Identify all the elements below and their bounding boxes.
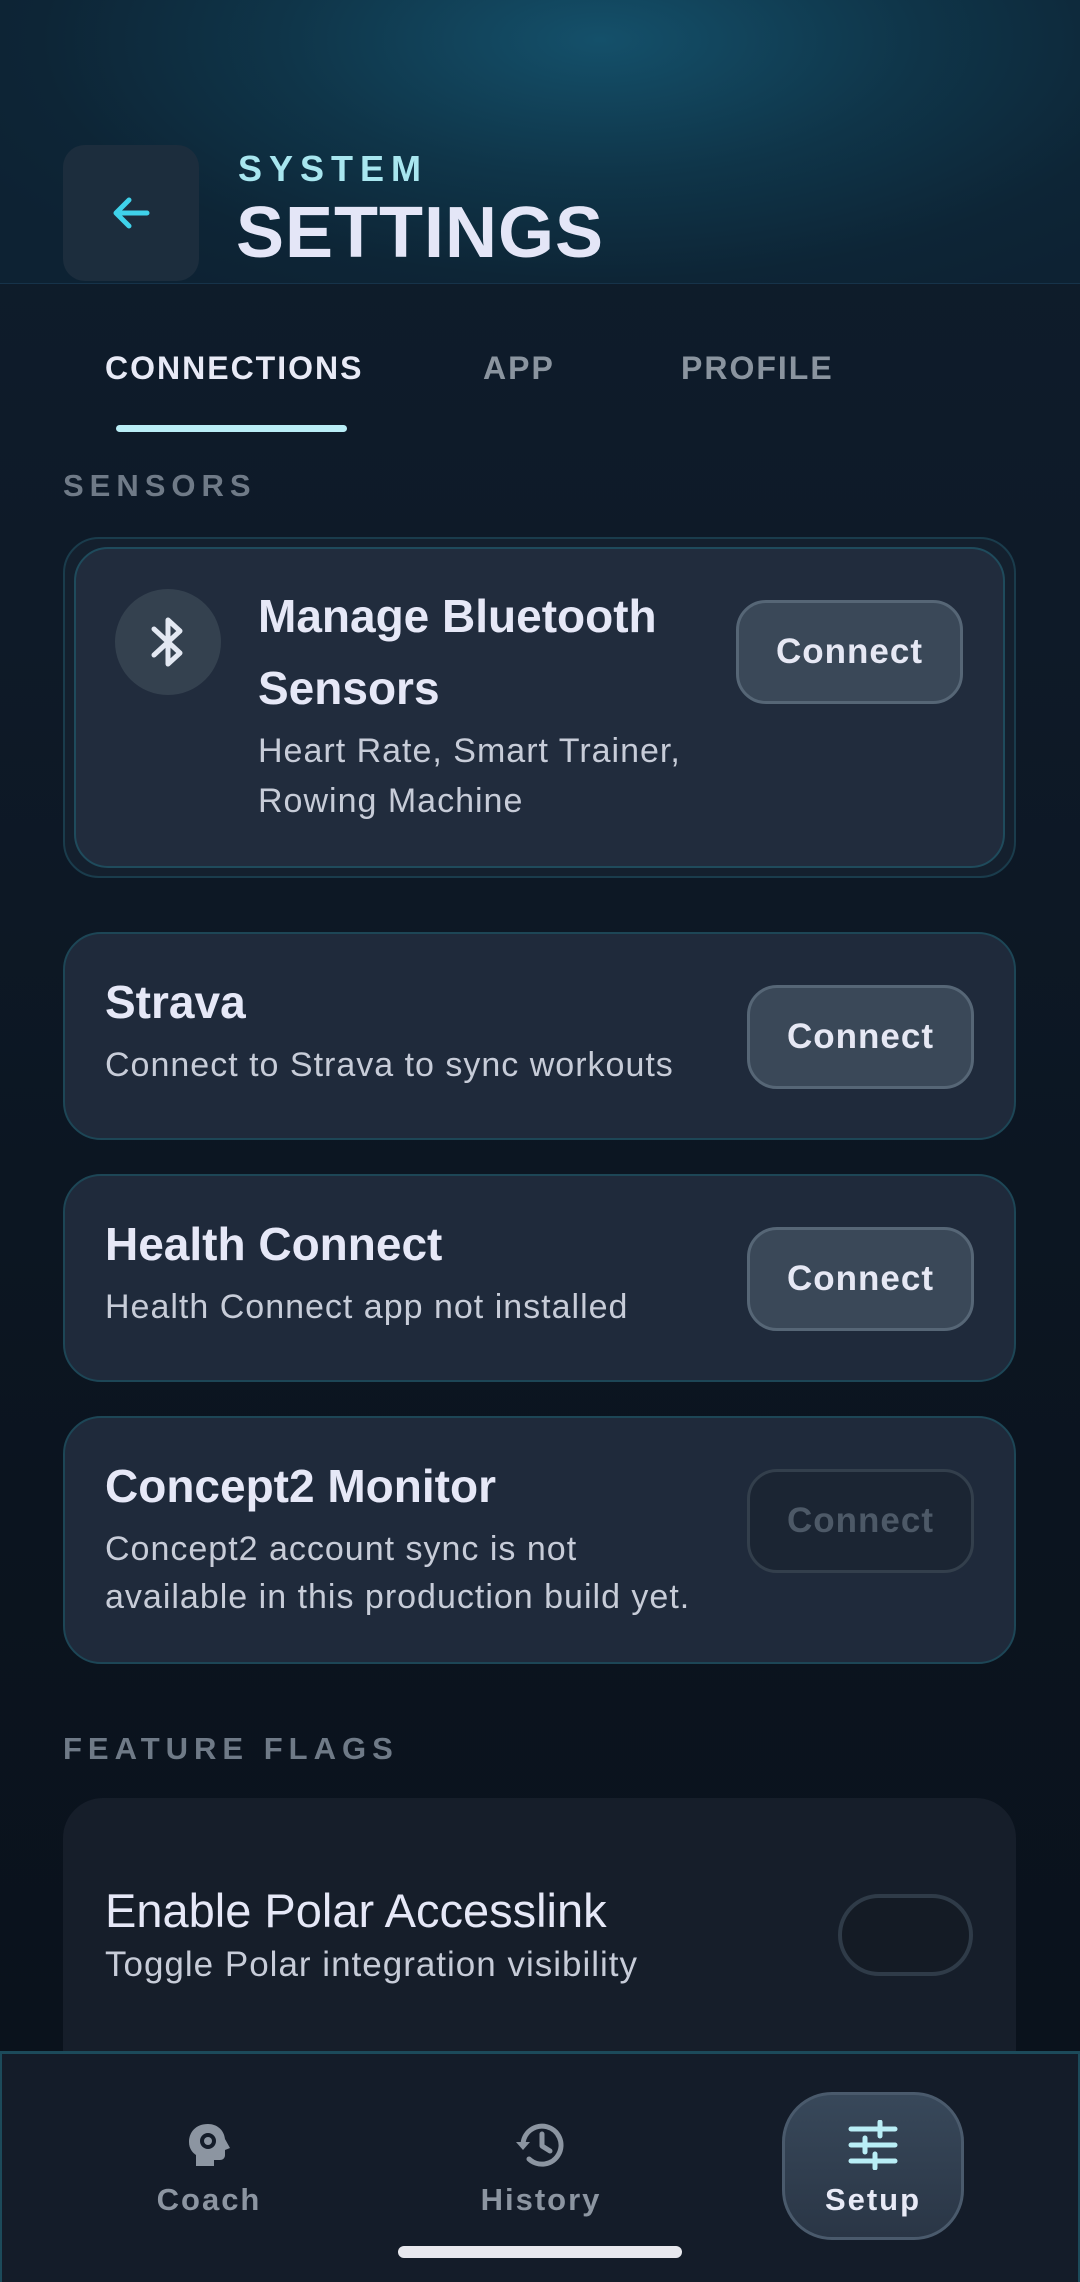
bluetooth-icon-badge — [115, 589, 221, 695]
bluetooth-icon — [151, 617, 183, 667]
health-connect-subtitle: Health Connect app not installed — [105, 1288, 629, 1326]
history-icon — [516, 2123, 564, 2167]
back-button[interactable] — [63, 145, 199, 281]
bluetooth-title-line1: Manage Bluetooth — [258, 590, 657, 642]
concept2-title: Concept2 Monitor — [105, 1460, 496, 1512]
polar-flag-toggle[interactable] — [838, 1894, 973, 1976]
polar-flag-subtitle: Toggle Polar integration visibility — [105, 1945, 639, 1984]
strava-subtitle: Connect to Strava to sync workouts — [105, 1046, 674, 1084]
nav-item-setup[interactable]: Setup — [783, 2120, 963, 2218]
active-tab-indicator — [116, 425, 347, 432]
tab-connections[interactable]: CONNECTIONS — [105, 350, 363, 387]
bluetooth-connect-button[interactable]: Connect — [736, 600, 963, 704]
concept2-subtitle-line2: available in this production build yet. — [105, 1578, 691, 1616]
nav-item-history[interactable]: History — [451, 2120, 631, 2218]
health-connect-connect-button[interactable]: Connect — [747, 1227, 974, 1331]
nav-label-coach: Coach — [156, 2182, 262, 2217]
tab-app[interactable]: APP — [483, 350, 555, 387]
tab-profile[interactable]: PROFILE — [681, 350, 834, 387]
concept2-connect-button[interactable]: Connect — [747, 1469, 974, 1573]
settings-screen: SYSTEM SETTINGS CONNECTIONS APP PROFILE … — [0, 0, 1080, 2282]
sliders-icon — [848, 2120, 898, 2170]
nav-label-history: History — [480, 2182, 602, 2217]
brain-gear-icon — [189, 2124, 230, 2166]
section-label-sensors: SENSORS — [63, 468, 257, 503]
section-label-feature-flags: FEATURE FLAGS — [63, 1731, 399, 1766]
home-indicator[interactable] — [398, 2246, 682, 2258]
bluetooth-subtitle-line1: Heart Rate, Smart Trainer, — [258, 732, 681, 770]
polar-flag-title: Enable Polar Accesslink — [105, 1884, 607, 1937]
header: SYSTEM SETTINGS — [0, 0, 1080, 284]
bluetooth-subtitle-line2: Rowing Machine — [258, 782, 524, 820]
nav-item-coach[interactable]: Coach — [119, 2120, 299, 2218]
health-connect-title: Health Connect — [105, 1218, 443, 1270]
page-title: SETTINGS — [236, 193, 605, 273]
concept2-subtitle-line1: Concept2 account sync is not — [105, 1530, 578, 1568]
strava-connect-button[interactable]: Connect — [747, 985, 974, 1089]
nav-label-setup: Setup — [824, 2182, 922, 2217]
strava-title: Strava — [105, 976, 246, 1028]
bluetooth-title-line2: Sensors — [258, 662, 440, 714]
header-kicker: SYSTEM — [238, 148, 429, 189]
arrow-left-icon — [113, 197, 150, 229]
